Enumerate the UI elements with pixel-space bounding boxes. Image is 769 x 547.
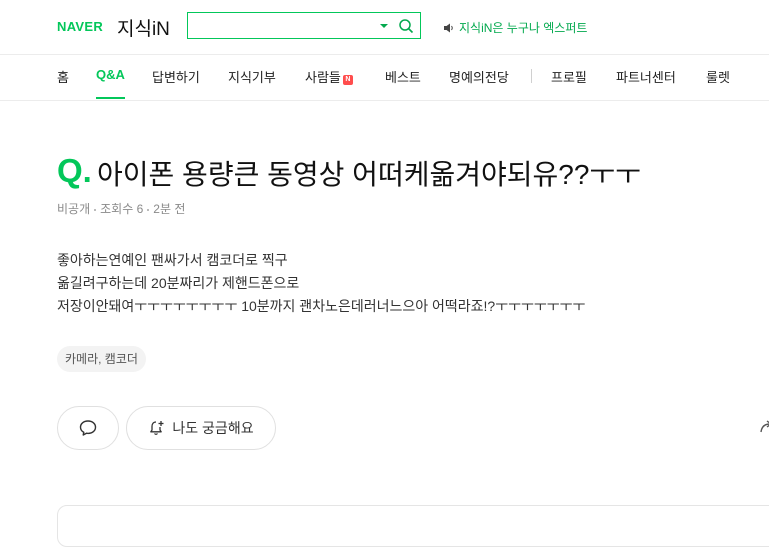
author: 비공개 (57, 202, 91, 216)
search-icon[interactable] (398, 18, 414, 34)
speaker-icon (444, 23, 453, 32)
bell-plus-icon (150, 421, 164, 435)
view-count: 조회수 6 (100, 202, 144, 216)
me-too-curious-label: 나도 궁금해요 (172, 420, 254, 436)
tab-answer[interactable]: 답변하기 (152, 67, 200, 86)
nav-divider (531, 69, 532, 83)
dropdown-icon[interactable] (378, 20, 390, 32)
question-meta: 비공개 조회수 6 2분 전 (57, 200, 185, 217)
tab-qna[interactable]: Q&A (96, 67, 125, 82)
comment-icon (79, 420, 97, 436)
search-input[interactable] (194, 17, 378, 37)
question-mark: Q. (57, 152, 92, 189)
naver-logo[interactable]: NAVER (57, 19, 103, 34)
question-title: 아이폰 용량큰 동영상 어떠케옮겨야되유??ㅜㅜ (97, 159, 641, 190)
body-line: 좋아하는연예인 팬싸가서 캠코더로 찍구 (57, 252, 288, 268)
tab-donation[interactable]: 지식기부 (228, 67, 276, 86)
post-time: 2분 전 (153, 202, 186, 216)
tab-people[interactable]: 사람들 N (305, 67, 353, 86)
active-tab-indicator (96, 97, 125, 99)
category-tag[interactable]: 카메라, 캠코더 (57, 346, 146, 372)
expert-notice-link[interactable]: 지식iN은 누구나 엑스퍼트 (443, 19, 587, 36)
new-badge: N (342, 75, 353, 85)
notice-text: 지식iN은 누구나 엑스퍼트 (459, 21, 588, 35)
jisikin-logo[interactable]: 지식iN (117, 14, 170, 41)
answer-section (57, 505, 769, 547)
main-nav: 홈 Q&A 답변하기 지식기부 사람들 N 베스트 명예의전당 프로필 파트너센터… (0, 55, 769, 101)
search-box[interactable] (187, 12, 421, 39)
me-too-curious-button[interactable]: 나도 궁금해요 (126, 406, 276, 450)
meta-separator (94, 208, 97, 211)
tab-people-label: 사람들 (305, 70, 341, 85)
tab-roulette[interactable]: 룰렛 (706, 67, 730, 86)
body-line: 옮길려구하는데 20분짜리가 제핸드폰으로 (57, 275, 300, 291)
tab-partner-center[interactable]: 파트너센터 (616, 67, 676, 86)
comment-button[interactable] (57, 406, 119, 450)
meta-separator (147, 208, 150, 211)
tab-hall-of-fame[interactable]: 명예의전당 (449, 67, 509, 86)
top-header: NAVER 지식iN 지식iN은 누구나 엑스퍼트 (0, 0, 769, 55)
question-body: 좋아하는연예인 팬싸가서 캠코더로 찍구 옮길려구하는데 20분짜리가 제핸드폰… (57, 249, 585, 318)
share-icon[interactable] (759, 418, 769, 436)
tab-best[interactable]: 베스트 (385, 67, 421, 86)
tab-home[interactable]: 홈 (57, 67, 69, 86)
tab-profile[interactable]: 프로필 (551, 67, 587, 86)
body-line: 저장이안돼여ㅜㅜㅜㅜㅜㅜㅜㅜ 10분까지 괜차노은데러너느으아 어떡라죠!?ㅜㅜ… (57, 298, 586, 314)
